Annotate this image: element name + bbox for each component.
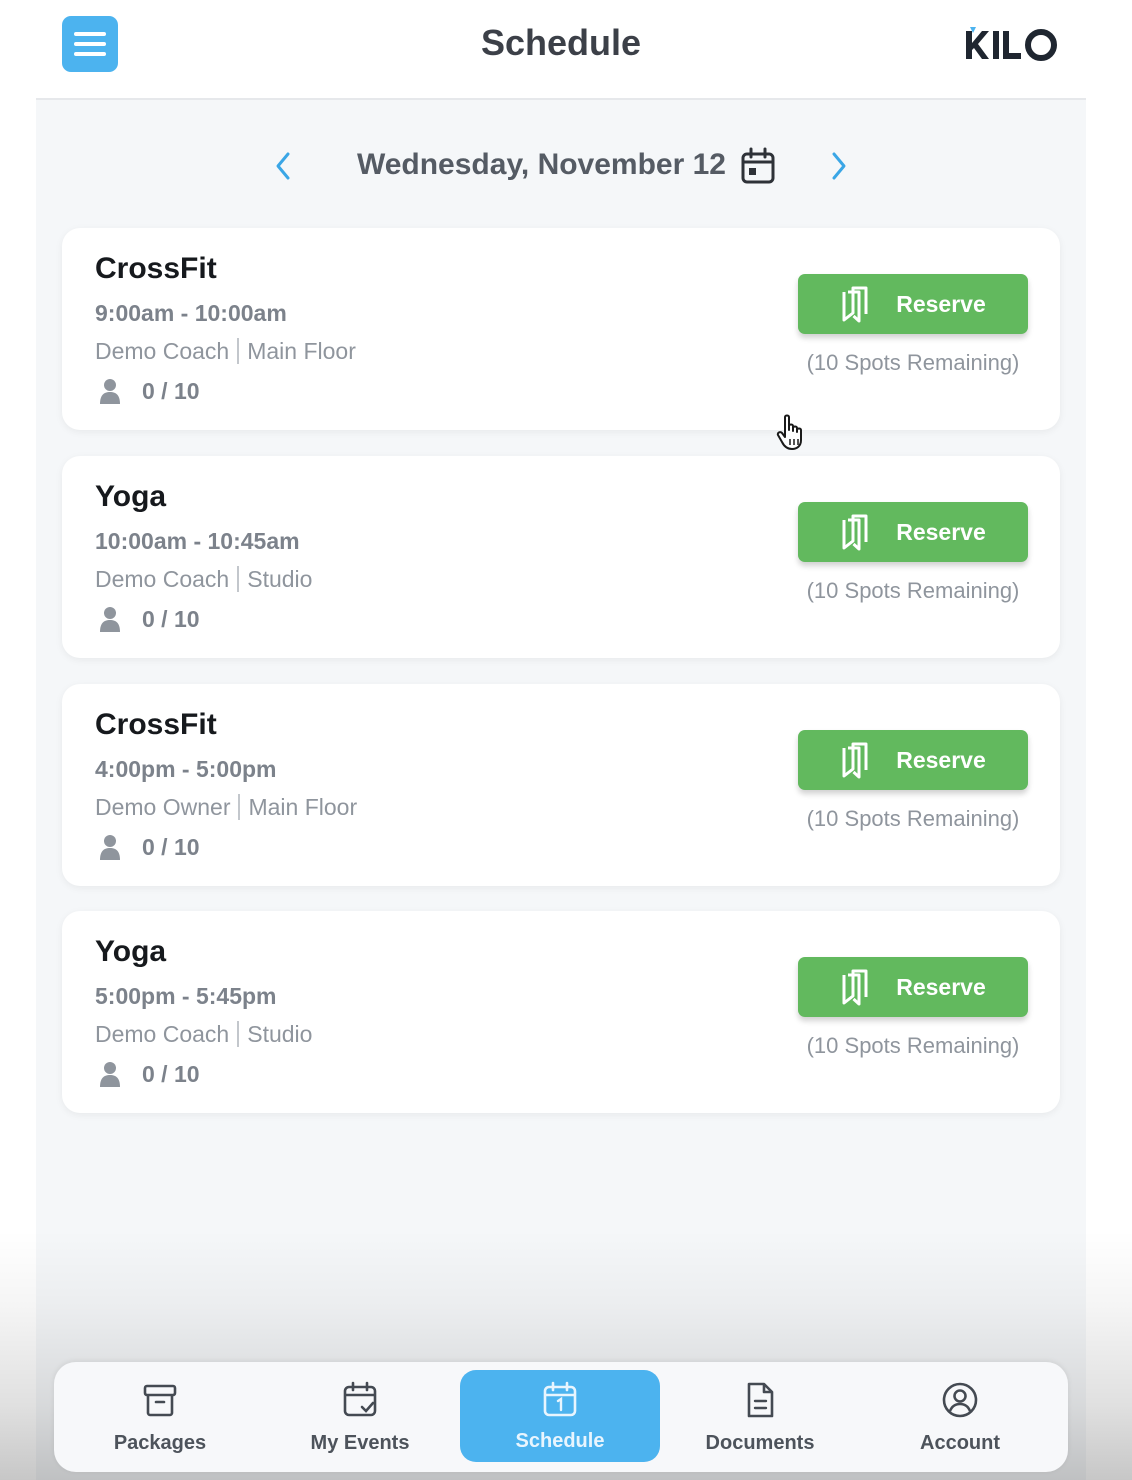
class-card: CrossFit 9:00am - 10:00am Demo Coach Main… xyxy=(62,228,1060,430)
class-card: CrossFit 4:00pm - 5:00pm Demo Owner Main … xyxy=(62,684,1060,886)
bookmark-icon xyxy=(842,742,868,779)
class-time: 10:00am - 10:45am xyxy=(95,528,300,554)
class-meta: Demo Coach Main Floor xyxy=(95,338,356,365)
tab-packages[interactable]: Packages xyxy=(60,1362,260,1472)
spots-remaining: (10 Spots Remaining) xyxy=(806,350,1020,375)
app-screen: Schedule Wednesday, November 12 CrossFit… xyxy=(36,0,1086,1480)
spots-remaining: (10 Spots Remaining) xyxy=(806,1033,1020,1058)
page-title: Schedule xyxy=(480,22,642,63)
coach-name: Demo Owner xyxy=(95,794,231,820)
date-navigator: Wednesday, November 12 xyxy=(36,136,1086,196)
user-circle-icon xyxy=(942,1382,978,1418)
person-icon xyxy=(100,379,120,404)
class-title: CrossFit xyxy=(95,252,217,285)
capacity-count: 0 / 10 xyxy=(142,605,200,632)
spots-remaining: (10 Spots Remaining) xyxy=(806,578,1020,603)
tab-documents[interactable]: Documents xyxy=(660,1362,860,1472)
kilo-logo-mark xyxy=(966,27,1057,61)
class-time: 5:00pm - 5:45pm xyxy=(95,983,277,1009)
tab-label: My Events xyxy=(310,1432,410,1454)
reserve-button[interactable]: Reserve xyxy=(798,274,1028,334)
spots-remaining: (10 Spots Remaining) xyxy=(806,806,1020,831)
class-location: Main Floor xyxy=(248,794,358,820)
class-location: Main Floor xyxy=(247,338,356,364)
tab-my-events[interactable]: My Events xyxy=(260,1362,460,1472)
person-icon xyxy=(100,835,120,860)
chevron-left-icon[interactable] xyxy=(268,146,298,186)
tab-label: Packages xyxy=(113,1432,207,1454)
class-card: Yoga 10:00am - 10:45am Demo Coach Studio … xyxy=(62,456,1060,658)
tab-schedule[interactable]: Schedule xyxy=(460,1370,660,1462)
class-capacity: 0 / 10 xyxy=(100,376,200,406)
person-icon xyxy=(100,607,120,632)
coach-name: Demo Coach xyxy=(95,338,230,364)
tab-label: Documents xyxy=(705,1432,815,1454)
class-location: Studio xyxy=(247,1021,313,1047)
person-icon xyxy=(100,1062,120,1087)
meta-divider xyxy=(237,566,240,592)
class-capacity: 0 / 10 xyxy=(100,604,200,634)
chevron-right-icon[interactable] xyxy=(824,146,854,186)
class-time: 9:00am - 10:00am xyxy=(95,300,287,326)
tab-label: Schedule xyxy=(515,1430,605,1452)
archive-box-icon xyxy=(143,1384,177,1417)
reserve-button[interactable]: Reserve xyxy=(798,502,1028,562)
tab-account[interactable]: Account xyxy=(860,1362,1060,1472)
class-title: CrossFit xyxy=(95,708,217,741)
class-capacity: 0 / 10 xyxy=(100,1059,200,1089)
capacity-count: 0 / 10 xyxy=(142,833,200,860)
class-location: Studio xyxy=(247,566,313,592)
coach-name: Demo Coach xyxy=(95,1021,230,1047)
class-title: Yoga xyxy=(95,480,167,513)
reserve-label: Reserve xyxy=(896,290,986,317)
class-meta: Demo Owner Main Floor xyxy=(95,794,357,821)
reserve-label: Reserve xyxy=(896,518,986,545)
top-bar: Schedule xyxy=(36,0,1086,100)
calendar-icon[interactable] xyxy=(740,147,776,185)
class-title: Yoga xyxy=(95,935,167,968)
hand-pointer-cursor-icon xyxy=(776,414,802,450)
reserve-button[interactable]: Reserve xyxy=(798,730,1028,790)
meta-divider xyxy=(238,794,241,820)
reserve-label: Reserve xyxy=(896,973,986,1000)
class-time: 4:00pm - 5:00pm xyxy=(95,756,277,782)
capacity-count: 0 / 10 xyxy=(142,1060,200,1087)
class-meta: Demo Coach Studio xyxy=(95,1021,312,1048)
meta-divider xyxy=(237,1021,240,1047)
calendar-check-icon xyxy=(343,1381,377,1417)
bookmark-icon xyxy=(842,514,868,551)
reserve-label: Reserve xyxy=(896,746,986,773)
coach-name: Demo Coach xyxy=(95,566,230,592)
bottom-tab-bar: Packages My Events Schedule Documents Ac… xyxy=(54,1362,1068,1472)
class-capacity: 0 / 10 xyxy=(100,832,200,862)
selected-date[interactable]: Wednesday, November 12 xyxy=(336,148,726,182)
meta-divider xyxy=(237,338,240,364)
kilo-logo[interactable] xyxy=(964,22,1060,68)
tab-label: Account xyxy=(920,1432,1000,1454)
class-meta: Demo Coach Studio xyxy=(95,566,312,593)
document-icon xyxy=(747,1382,774,1418)
bookmark-icon xyxy=(842,286,868,323)
bookmark-icon xyxy=(842,969,868,1006)
reserve-button[interactable]: Reserve xyxy=(798,957,1028,1017)
capacity-count: 0 / 10 xyxy=(142,377,200,404)
calendar-day-icon xyxy=(543,1381,577,1417)
class-card: Yoga 5:00pm - 5:45pm Demo Coach Studio 0 … xyxy=(62,911,1060,1113)
